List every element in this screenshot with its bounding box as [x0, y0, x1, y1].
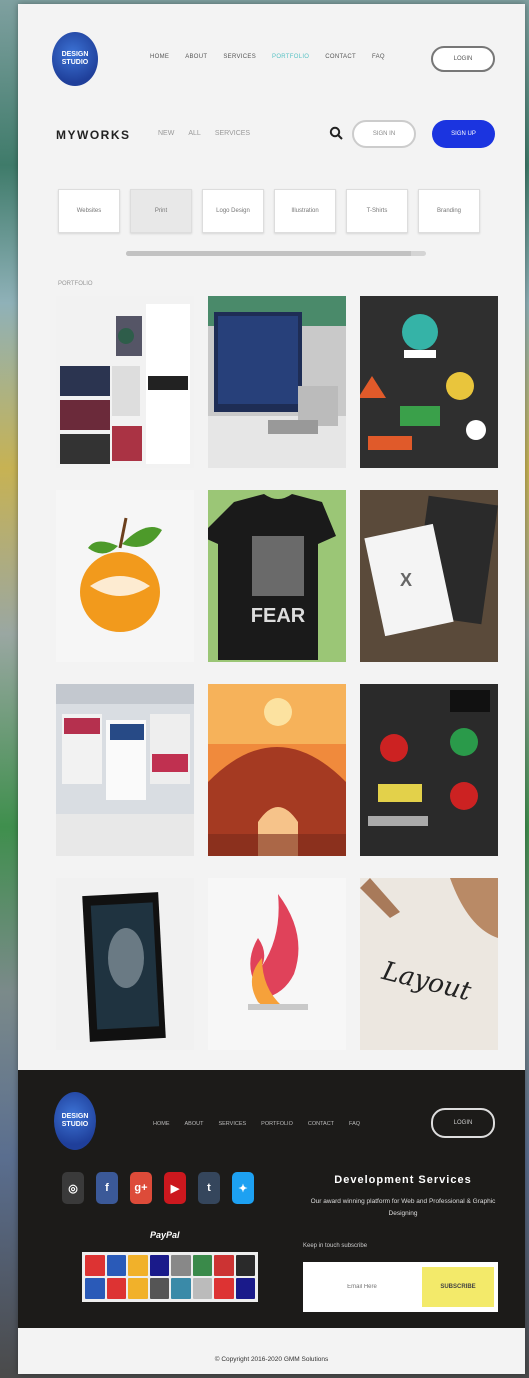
portfolio-item-flame-logo[interactable]	[208, 878, 346, 1050]
subscribe-button[interactable]: SUBSCRIBE	[422, 1267, 494, 1307]
tumblr-icon[interactable]: t	[198, 1172, 220, 1204]
email-input[interactable]	[303, 1262, 421, 1312]
search-icon[interactable]	[329, 126, 343, 140]
tabs-scrollbar-thumb[interactable]	[126, 251, 411, 256]
twitter-icon[interactable]: ✦	[232, 1172, 254, 1204]
tab-print[interactable]: Print	[130, 189, 192, 233]
portfolio-item-layout-lettering[interactable]: Layout	[360, 878, 498, 1050]
subscribe-form: SUBSCRIBE	[303, 1262, 498, 1312]
payment-cards-icon	[82, 1252, 258, 1302]
category-tabs: Websites Print Logo Design Illustration T-Sh…	[58, 189, 498, 233]
tab-t-shirts[interactable]: T-Shirts	[346, 189, 408, 233]
subnav-new[interactable]: NEW	[158, 130, 174, 137]
svg-text:X: X	[400, 570, 412, 590]
nav-link-contact[interactable]: CONTACT	[325, 54, 356, 60]
development-services-title: Development Services	[334, 1174, 472, 1186]
tab-websites[interactable]: Websites	[58, 189, 120, 233]
footer-logo-text: DESIGN STUDIO	[61, 1113, 89, 1128]
copyright-text: © Copyright 2016-2020 GMM Solutions	[214, 1356, 329, 1363]
sign-up-button[interactable]: SIGN UP	[432, 120, 495, 148]
sub-navigation: NEW ALL SERVICES	[158, 130, 250, 137]
site-logo[interactable]: DESIGN STUDIO	[52, 32, 98, 86]
portfolio-item-web-layout-collage[interactable]	[56, 296, 194, 468]
subscribe-note: Keep in touch subscribe	[303, 1243, 368, 1249]
tab-branding[interactable]: Branding	[418, 189, 480, 233]
footer-links: HOME ABOUT SERVICES PORTFOLIO CONTACT FAQ	[153, 1121, 360, 1127]
portfolio-item-book-cover[interactable]	[56, 878, 194, 1050]
footer-link-services[interactable]: SERVICES	[218, 1121, 246, 1127]
tab-logo-design[interactable]: Logo Design	[202, 189, 264, 233]
development-services-text: Our award winning platform for Web and P…	[310, 1198, 496, 1217]
footer-link-about[interactable]: ABOUT	[185, 1121, 204, 1127]
brand-title: MYWORKS	[56, 128, 131, 142]
subnav-services[interactable]: SERVICES	[215, 130, 250, 137]
youtube-icon[interactable]: ▶	[164, 1172, 186, 1204]
portfolio-item-desktop-workspace[interactable]	[208, 296, 346, 468]
nav-link-faq[interactable]: FAQ	[372, 54, 385, 60]
portfolio-item-logo-collection-dark[interactable]	[360, 296, 498, 468]
footer: DESIGN STUDIO HOME ABOUT SERVICES PORTFOLIO…	[18, 1070, 525, 1328]
portfolio-item-dark-logo-set[interactable]	[360, 684, 498, 856]
top-navigation: DESIGN STUDIO HOME ABOUT SERVICES PORTFOLIO…	[18, 4, 525, 116]
nav-link-portfolio[interactable]: PORTFOLIO	[272, 54, 309, 60]
footer-link-home[interactable]: HOME	[153, 1121, 170, 1127]
instagram-icon[interactable]: ◎	[62, 1172, 84, 1204]
tab-illustration[interactable]: Illustration	[274, 189, 336, 233]
facebook-icon[interactable]: f	[96, 1172, 118, 1204]
portfolio-item-orange-fruit-logo[interactable]	[56, 490, 194, 662]
portfolio-item-exhibition-stands[interactable]	[56, 684, 194, 856]
nav-link-home[interactable]: HOME	[150, 54, 169, 60]
footer-link-portfolio[interactable]: PORTFOLIO	[261, 1121, 293, 1127]
subnav-all[interactable]: ALL	[188, 130, 200, 137]
footer-logo[interactable]: DESIGN STUDIO	[54, 1092, 96, 1150]
portfolio-item-fear-tshirt[interactable]: FEAR	[208, 490, 346, 662]
footer-login-button[interactable]: LOGIN	[431, 1108, 495, 1138]
tabs-scrollbar[interactable]	[126, 251, 426, 256]
nav-links: HOME ABOUT SERVICES PORTFOLIO CONTACT FAQ	[150, 54, 385, 60]
page-card: DESIGN STUDIO HOME ABOUT SERVICES PORTFOLIO…	[18, 4, 525, 1374]
portfolio-item-stationery-mockup[interactable]: X	[360, 490, 498, 662]
nav-link-services[interactable]: SERVICES	[223, 54, 256, 60]
footer-link-contact[interactable]: CONTACT	[308, 1121, 334, 1127]
portfolio-grid: FEAR X Layout	[56, 296, 498, 1050]
paypal-label: PayPal	[150, 1230, 180, 1240]
section-label: PORTFOLIO	[58, 281, 93, 287]
nav-link-about[interactable]: ABOUT	[185, 54, 207, 60]
social-icons: ◎ f g+ ▶ t ✦	[62, 1172, 254, 1204]
sign-in-button[interactable]: SIGN IN	[352, 120, 416, 148]
title-bar: MYWORKS NEW ALL SERVICES SIGN IN SIGN UP	[18, 116, 525, 156]
logo-text: DESIGN STUDIO	[61, 51, 89, 66]
google-plus-icon[interactable]: g+	[130, 1172, 152, 1204]
login-button[interactable]: LOGIN	[431, 46, 495, 72]
footer-link-faq[interactable]: FAQ	[349, 1121, 360, 1127]
svg-text:FEAR: FEAR	[251, 605, 306, 627]
portfolio-item-bridge-illustration[interactable]	[208, 684, 346, 856]
